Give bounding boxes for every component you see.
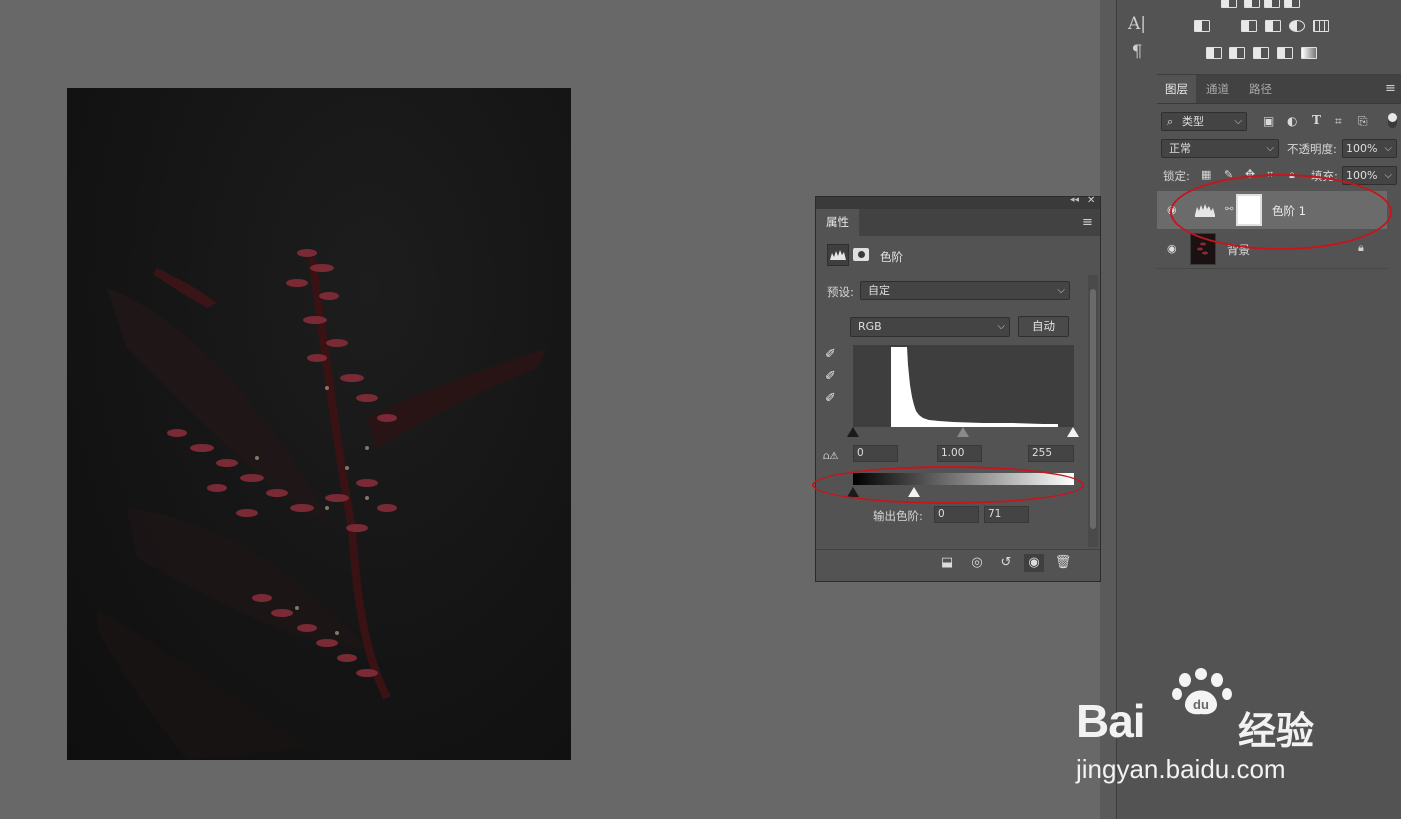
- panel-menu-icon[interactable]: ≡: [1385, 81, 1396, 96]
- layer-filter-select[interactable]: ⌕ 类型 ⌵: [1161, 112, 1247, 131]
- watermark-url: jingyan.baidu.com: [1076, 754, 1286, 784]
- auto-button[interactable]: 自动: [1018, 316, 1069, 337]
- filter-toggle[interactable]: [1388, 113, 1397, 128]
- chevron-down-icon: ⌵: [1057, 285, 1065, 296]
- channel-mixer-icon[interactable]: [1289, 20, 1305, 32]
- watermark-suffix: 经验: [1238, 709, 1315, 753]
- baidu-watermark: du Bai 经验 jingyan.baidu.com: [1076, 668, 1336, 788]
- pixel-filter-icon[interactable]: ▣: [1263, 114, 1274, 128]
- watermark-brand: Bai: [1076, 695, 1146, 747]
- paragraph-panel-icon[interactable]: ¶: [1117, 42, 1157, 62]
- properties-dialog: ◂◂ ✕ 属性 ≡ 色阶 预设: 自定 ⌵ RGB ⌵ 自动 ✐ ✐ ✐ ⩍⚠ …: [815, 195, 1101, 582]
- opacity-value: 100%: [1346, 142, 1378, 155]
- annotation-ellipse-output: [812, 466, 1084, 504]
- blend-mode-value: 正常: [1169, 142, 1191, 155]
- dialog-titlebar[interactable]: ◂◂ ✕: [816, 195, 1100, 209]
- close-icon[interactable]: ✕: [1087, 195, 1095, 206]
- input-white-field[interactable]: 255: [1028, 445, 1074, 462]
- adjustments-panel: [1157, 0, 1401, 75]
- posterize-icon[interactable]: [1229, 47, 1245, 59]
- adjustment-filter-icon[interactable]: ◐: [1287, 114, 1297, 128]
- input-black-slider[interactable]: [847, 427, 859, 437]
- annotation-ellipse-layer: [1170, 174, 1392, 250]
- chevron-down-icon: ⌵: [1234, 116, 1242, 127]
- panel-menu-icon[interactable]: ≡: [1082, 215, 1093, 230]
- layer-lock-icon: 🔒︎: [1358, 241, 1364, 254]
- output-white-field[interactable]: 71: [984, 506, 1029, 523]
- preset-label: 预设:: [827, 285, 854, 299]
- chevron-down-icon: ⌵: [997, 321, 1005, 332]
- reset-icon[interactable]: ↺: [996, 554, 1016, 572]
- properties-scrollbar[interactable]: [1088, 275, 1098, 547]
- input-black-field[interactable]: 0: [853, 445, 898, 462]
- canvas-image[interactable]: [67, 88, 571, 760]
- fill-value: 100%: [1346, 169, 1378, 182]
- shape-filter-icon[interactable]: ⌗: [1335, 114, 1342, 129]
- channel-select[interactable]: RGB ⌵: [850, 317, 1010, 337]
- photo-filter-icon[interactable]: [1265, 20, 1281, 32]
- tab-channels[interactable]: 通道: [1198, 75, 1237, 103]
- view-previous-icon[interactable]: ◎: [967, 554, 987, 572]
- tab-layers[interactable]: 图层: [1157, 75, 1196, 103]
- black-point-eyedropper-icon[interactable]: ✐: [825, 347, 836, 362]
- adjustment-title: 色阶: [880, 250, 903, 264]
- mask-mode-icon[interactable]: [853, 248, 869, 261]
- white-point-eyedropper-icon[interactable]: ✐: [825, 391, 836, 406]
- invert-icon[interactable]: [1206, 47, 1222, 59]
- tab-paths[interactable]: 路径: [1241, 75, 1280, 103]
- output-black-field[interactable]: 0: [934, 506, 979, 523]
- black-white-icon[interactable]: [1241, 20, 1257, 32]
- chevron-down-icon: ⌵: [1266, 143, 1274, 154]
- flower-photo: [97, 249, 547, 760]
- color-lookup-icon[interactable]: [1313, 20, 1329, 32]
- opacity-field[interactable]: 100% ⌵: [1342, 139, 1397, 158]
- histogram: [853, 345, 1074, 427]
- exposure-adj-icon[interactable]: [1284, 0, 1300, 8]
- chevron-down-icon: ⌵: [1384, 143, 1392, 154]
- preset-select[interactable]: 自定 ⌵: [860, 281, 1070, 300]
- brightness-icon[interactable]: [1221, 0, 1237, 8]
- curves-adj-icon[interactable]: [1264, 0, 1280, 8]
- layer-filter-value: 类型: [1182, 115, 1204, 128]
- delete-icon[interactable]: 🗑︎: [1053, 554, 1073, 572]
- smart-object-filter-icon[interactable]: ⎘: [1358, 114, 1368, 129]
- chevron-down-icon: ⌵: [1384, 170, 1392, 181]
- clip-to-layer-icon[interactable]: ⬓: [937, 554, 957, 572]
- search-icon: ⌕: [1167, 115, 1174, 128]
- toggle-visibility-icon[interactable]: ◉: [1024, 554, 1044, 572]
- character-panel-icon[interactable]: A|: [1117, 14, 1157, 34]
- blend-mode-select[interactable]: 正常 ⌵: [1161, 139, 1279, 158]
- properties-tab-bar: 属性 ≡: [816, 209, 1100, 236]
- visibility-eye-icon[interactable]: ◉: [1167, 242, 1179, 255]
- gray-point-eyedropper-icon[interactable]: ✐: [825, 369, 836, 384]
- levels-mode-icon[interactable]: [827, 244, 849, 266]
- opacity-label: 不透明度:: [1287, 142, 1337, 156]
- channel-value: RGB: [858, 320, 882, 333]
- hue-saturation-icon[interactable]: [1194, 20, 1210, 32]
- svg-text:du: du: [1193, 697, 1209, 712]
- paw-logo-icon: du: [1172, 668, 1232, 715]
- input-gamma-field[interactable]: 1.00: [937, 445, 982, 462]
- levels-adj-icon[interactable]: [1244, 0, 1260, 8]
- input-gamma-slider[interactable]: [957, 427, 969, 437]
- gradient-map-icon[interactable]: [1301, 47, 1317, 59]
- properties-footer: ⬓ ◎ ↺ ◉ 🗑︎: [816, 549, 1100, 576]
- vibrance-adj-icon[interactable]: [1305, 0, 1321, 8]
- type-filter-icon[interactable]: T: [1312, 113, 1321, 127]
- output-levels-label: 输出色阶:: [873, 509, 923, 523]
- threshold-icon[interactable]: [1253, 47, 1269, 59]
- tab-properties[interactable]: 属性: [816, 209, 859, 236]
- collapse-icon[interactable]: ◂◂: [1070, 195, 1079, 205]
- preset-value: 自定: [868, 284, 890, 297]
- input-white-slider[interactable]: [1067, 427, 1079, 437]
- layers-tab-bar: 图层 通道 路径 ≡: [1157, 75, 1401, 104]
- scrollbar-thumb[interactable]: [1090, 289, 1096, 529]
- lock-transparency-icon[interactable]: ▦: [1201, 168, 1211, 181]
- lock-label: 锁定:: [1163, 169, 1190, 183]
- selective-color-icon[interactable]: [1277, 47, 1293, 59]
- color-balance-icon[interactable]: [1216, 20, 1232, 32]
- clipping-warning-icon[interactable]: ⩍⚠: [823, 451, 838, 462]
